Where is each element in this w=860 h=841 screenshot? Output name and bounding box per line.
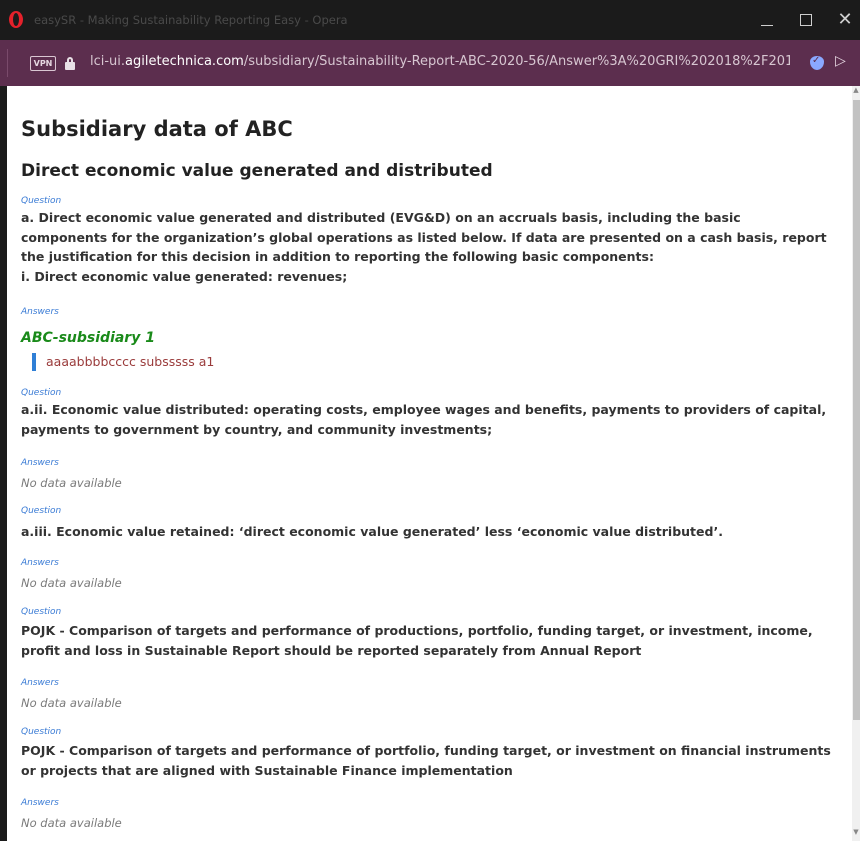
no-data-text: No data available [21,816,122,830]
lock-icon[interactable] [64,57,76,71]
url-field[interactable]: lci-ui.agiletechnica.com/subsidiary/Sust… [90,54,790,69]
question-text-sub: i. Direct economic value generated: reve… [21,268,348,284]
question-text-main: a. Direct economic value generated and d… [21,210,827,264]
question-label: Question [21,388,62,398]
scroll-up-icon[interactable]: ▲ [852,86,860,98]
opera-logo-icon[interactable] [9,11,23,28]
url-path: /subsidiary/Sustainability-Report-ABC-20… [243,54,790,69]
question-label: Question [21,727,62,737]
window-titlebar: easySR - Making Sustainability Reporting… [0,0,860,40]
address-bar: VPN lci-ui.agiletechnica.com/subsidiary/… [0,40,860,86]
lock-body [65,62,75,70]
question-text: a.ii. Economic value distributed: operat… [21,402,827,437]
answers-label: Answers [21,798,59,808]
scrollbar-thumb[interactable] [853,100,860,720]
maximize-icon [800,14,812,26]
scroll-down-icon[interactable]: ▼ [852,828,860,840]
question-label: Question [21,607,62,617]
close-icon: ✕ [837,9,853,30]
url-prefix: lci-ui. [90,54,126,69]
close-button[interactable]: ✕ [828,6,860,34]
question-text: a.iii. Economic value retained: ‘direct … [21,524,723,539]
window-title: easySR - Making Sustainability Reporting… [34,13,348,27]
page-viewport: Subsidiary data of ABC Direct economic v… [7,86,852,841]
answers-label: Answers [21,458,59,468]
maximize-button[interactable] [790,6,824,34]
minimize-icon [761,25,773,26]
question-text: a. Direct economic value generated and d… [21,208,831,286]
vpn-badge[interactable]: VPN [30,56,56,71]
section-title: Direct economic value generated and dist… [21,161,493,181]
question-text: POJK - Comparison of targets and perform… [21,743,831,778]
answers-label: Answers [21,307,59,317]
flow-send-icon[interactable]: ▷ [835,53,846,69]
no-data-text: No data available [21,576,122,590]
no-data-text: No data available [21,696,122,710]
answers-label: Answers [21,678,59,688]
question-label: Question [21,196,62,206]
minimize-button[interactable] [750,6,784,34]
page-title: Subsidiary data of ABC [21,117,293,141]
question-label: Question [21,506,62,516]
question-text: POJK - Comparison of targets and perform… [21,623,813,658]
answers-label: Answers [21,558,59,568]
answer-value: aaaabbbbcccc subsssss a1 [32,353,214,371]
no-data-text: No data available [21,476,122,490]
subsidiary-name: ABC-subsidiary 1 [21,330,155,346]
url-domain: agiletechnica.com [125,54,244,69]
